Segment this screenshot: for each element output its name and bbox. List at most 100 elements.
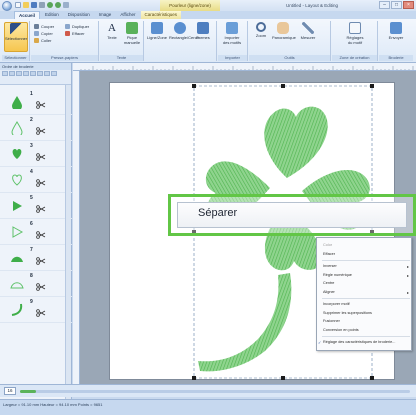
sewing-order-item[interactable]: 7 <box>0 245 72 271</box>
close-button[interactable]: × <box>403 1 414 9</box>
undo-icon[interactable] <box>47 2 53 8</box>
context-menu-item[interactable]: Réglage des caractéristiques de broderie… <box>317 339 413 346</box>
measure-icon <box>302 22 314 34</box>
sewing-order-item[interactable]: 4 <box>0 167 72 193</box>
context-menu-item[interactable]: Fusionner <box>317 318 413 325</box>
sewing-order-item[interactable]: 1 <box>0 89 72 115</box>
zoom-value[interactable]: 16 <box>4 387 16 395</box>
group-text: A Texte Pique manuelle Texte <box>100 21 144 61</box>
zoom-slider-fill <box>20 390 36 393</box>
scissors-icon[interactable] <box>36 257 46 265</box>
delete-button[interactable]: Effacer <box>65 31 85 36</box>
scissors-icon[interactable] <box>36 101 46 109</box>
text-label: Texte <box>107 35 117 40</box>
order-tool-7-icon[interactable] <box>44 71 50 76</box>
measure-button[interactable]: Mesurer <box>297 22 319 52</box>
tab-edition[interactable]: Edition <box>41 11 63 19</box>
order-tool-5-icon[interactable] <box>30 71 36 76</box>
sewing-order-scrollbar[interactable] <box>65 85 71 399</box>
sewing-order-item[interactable]: 3 <box>0 141 72 167</box>
thread-shape-icon <box>12 174 22 186</box>
line-zone-button[interactable]: Ligne/Zone <box>146 22 168 52</box>
scissors-icon[interactable] <box>36 231 46 239</box>
ribbon-tabs: Accueil Edition Disposition Image Affich… <box>0 11 416 19</box>
menu-separator <box>322 260 410 261</box>
scissors-icon[interactable] <box>36 309 46 317</box>
import-patterns-button[interactable]: Importer des motifs <box>221 22 243 52</box>
sewing-order-item[interactable]: 5 <box>0 193 72 219</box>
context-menu-item[interactable]: Effacer <box>317 251 413 258</box>
new-icon[interactable] <box>15 2 21 8</box>
order-tool-2-icon[interactable] <box>9 71 15 76</box>
sewing-order-number: 6 <box>30 221 33 227</box>
scissors-icon[interactable] <box>36 127 46 135</box>
shapes-button[interactable]: Rectangle/Cercle <box>169 22 200 52</box>
context-menu-item[interactable]: Centre <box>317 280 413 287</box>
separate-menu-item[interactable]: Séparer <box>177 202 407 228</box>
clover-stem[interactable] <box>198 273 292 372</box>
select-button[interactable]: Sélectionner <box>4 22 28 52</box>
sewing-order-item[interactable]: 9 <box>0 297 72 323</box>
pan-button[interactable]: Panoramique <box>272 22 296 52</box>
group-embroidery: Envoyer Broderie <box>379 21 413 61</box>
clover-leaf-top[interactable] <box>264 106 328 178</box>
group-zone-label: Zone de création <box>332 55 377 61</box>
select-label: Sélectionner <box>5 36 28 41</box>
window-title: Untitled - Layout & Editing <box>285 3 339 8</box>
save-icon[interactable] <box>31 2 37 8</box>
customize-icon[interactable] <box>63 2 69 8</box>
forms-label: Formes <box>196 35 210 40</box>
send-button[interactable]: Envoyer <box>385 22 407 52</box>
zoom-button[interactable]: Zoom <box>250 22 272 52</box>
maximize-button[interactable]: □ <box>391 1 402 9</box>
order-tool-3-icon[interactable] <box>16 71 22 76</box>
app-orb-icon[interactable] <box>2 1 12 11</box>
sewing-order-number: 1 <box>30 91 33 97</box>
sewing-order-header: Ordre de broderie <box>0 63 71 70</box>
order-tool-1-icon[interactable] <box>2 71 8 76</box>
paste-button[interactable]: Coller <box>34 38 51 43</box>
scissors-icon[interactable] <box>36 205 46 213</box>
cut-button[interactable]: Couper <box>34 24 54 29</box>
sewing-order-item[interactable]: 2 <box>0 115 72 141</box>
zoom-label: Zoom <box>255 33 267 38</box>
context-menu-item[interactable]: Règle numérique ▸ <box>317 272 413 279</box>
context-menu-item-label: Règle numérique <box>323 272 352 277</box>
scissors-icon[interactable] <box>36 179 46 187</box>
sewing-order-item[interactable]: 8 <box>0 271 72 297</box>
context-menu-item[interactable]: Incorporer motif <box>317 301 413 308</box>
text-button[interactable]: A Texte <box>101 22 123 52</box>
context-menu-item[interactable]: Supprimer les superpositions <box>317 310 413 317</box>
open-icon[interactable] <box>23 2 29 8</box>
tab-caracteristiques[interactable]: Caractéristiques <box>140 11 182 19</box>
horizontal-ruler <box>73 63 416 71</box>
scissors-icon[interactable] <box>36 283 46 291</box>
pattern-settings-button[interactable]: Réglages du motif <box>344 22 366 52</box>
sewing-order-number: 4 <box>30 169 33 175</box>
order-tool-8-icon[interactable] <box>51 71 57 76</box>
order-tool-4-icon[interactable] <box>23 71 29 76</box>
context-menu-item[interactable]: Aligner ▸ <box>317 289 413 296</box>
minimize-button[interactable]: – <box>379 1 390 9</box>
manual-punch-button[interactable]: Pique manuelle <box>121 22 143 52</box>
forms-button[interactable]: Formes <box>192 22 214 52</box>
scissors-icon[interactable] <box>36 153 46 161</box>
context-menu-item[interactable]: Inverser ▸ <box>317 263 413 270</box>
tab-disposition[interactable]: Disposition <box>64 11 94 19</box>
hand-icon <box>277 22 289 34</box>
pattern-settings-icon <box>349 22 361 34</box>
sewing-order-number: 8 <box>30 273 33 279</box>
context-menu-item: Color <box>317 242 413 249</box>
tab-afficher[interactable]: Afficher <box>116 11 139 19</box>
copy-button[interactable]: Copier <box>34 31 53 36</box>
order-tool-6-icon[interactable] <box>37 71 43 76</box>
tab-image[interactable]: Image <box>95 11 116 19</box>
zoom-slider[interactable] <box>20 390 410 393</box>
sewing-order-item[interactable]: 6 <box>0 219 72 245</box>
duplicate-button[interactable]: Dupliquer <box>65 24 89 29</box>
context-menu-item[interactable]: Conversion en points <box>317 327 413 334</box>
tab-accueil[interactable]: Accueil <box>14 11 41 19</box>
duplicate-label: Dupliquer <box>72 24 90 29</box>
print-icon[interactable] <box>39 2 45 8</box>
redo-icon[interactable] <box>55 2 61 8</box>
